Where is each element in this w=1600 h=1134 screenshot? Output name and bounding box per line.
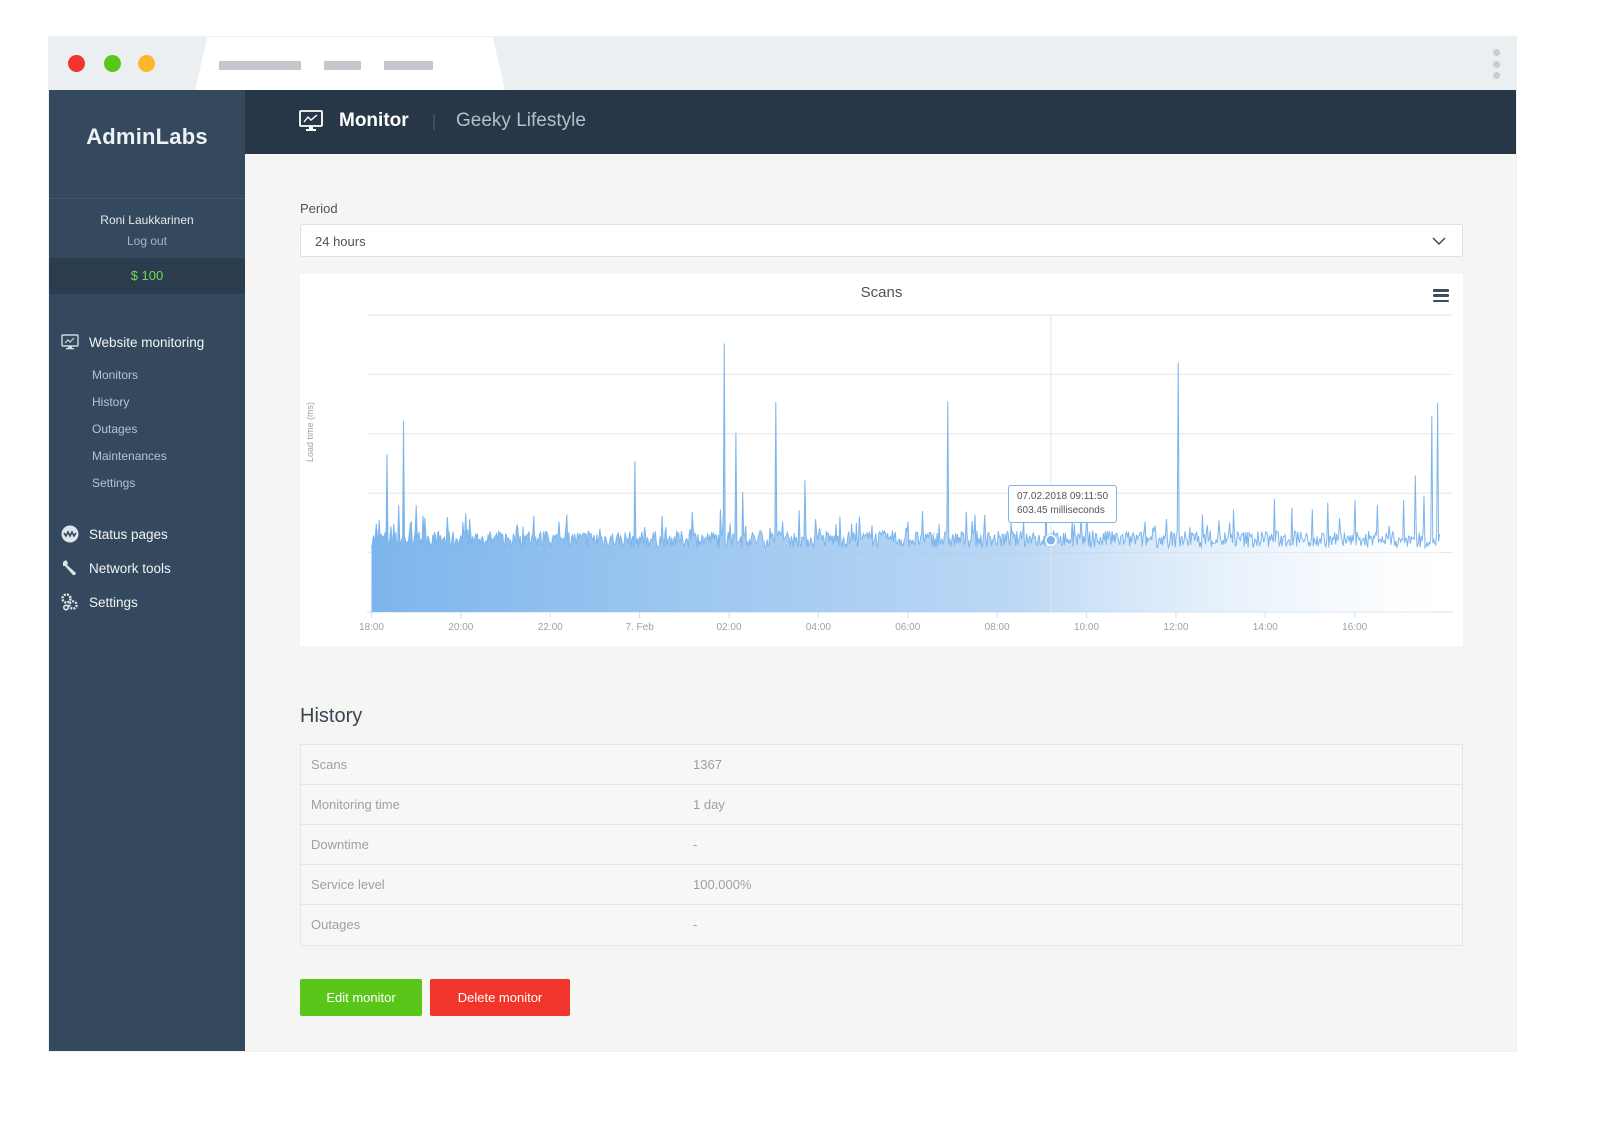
- x-tick-label: 10:00: [1074, 622, 1099, 633]
- table-row: Scans 1367: [301, 745, 1462, 785]
- row-value: 1367: [693, 757, 722, 772]
- monitor-chart-icon: [61, 333, 79, 351]
- chart-tooltip: 07.02.2018 09:11:50 603.45 milliseconds: [1008, 485, 1118, 523]
- tooltip-value: 603.45 milliseconds: [1017, 505, 1105, 516]
- y-axis-title: Load time (ms): [305, 401, 315, 462]
- title-separator: [433, 114, 435, 130]
- x-tick-label: 06:00: [895, 622, 920, 633]
- x-tick-label: 02:00: [716, 622, 741, 633]
- chevron-down-icon: [1432, 234, 1446, 248]
- tab-title-placeholder: [219, 61, 301, 70]
- x-tick-label: 08:00: [985, 622, 1010, 633]
- row-value: 1 day: [693, 797, 725, 812]
- row-value: -: [693, 917, 698, 932]
- sidebar-item-label: Settings: [89, 594, 138, 610]
- close-window-button[interactable]: [68, 55, 85, 72]
- main-content: Period 24 hours 18:00 20:00 22:00 7. Feb 02:…: [245, 154, 1516, 1051]
- row-value: -: [693, 837, 698, 852]
- minimize-window-button[interactable]: [104, 55, 121, 72]
- browser-window: AdminLabs Roni Laukkarinen Log out $ 100…: [49, 37, 1516, 1051]
- user-name: Roni Laukkarinen: [100, 213, 194, 227]
- period-label: Period: [300, 201, 338, 216]
- table-row: Outages -: [301, 905, 1462, 945]
- sidebar-divider: [49, 198, 245, 199]
- maximize-window-button[interactable]: [138, 55, 155, 72]
- sidebar-item-website-monitoring[interactable]: Website monitoring: [61, 333, 204, 351]
- sidebar-subitem-settings[interactable]: Settings: [92, 476, 135, 490]
- table-row: Monitoring time 1 day: [301, 785, 1462, 825]
- delete-monitor-button[interactable]: Delete monitor: [430, 979, 570, 1016]
- chart-menu-icon[interactable]: [1433, 289, 1449, 302]
- table-row: Downtime -: [301, 825, 1462, 865]
- x-tick-label: 7. Feb: [625, 622, 654, 633]
- sidebar-item-label: Status pages: [89, 526, 168, 542]
- scans-chart: 18:00 20:00 22:00 7. Feb 02:00 04:00 06:00 08:0…: [300, 274, 1463, 646]
- sidebar-item-network-tools[interactable]: Network tools: [61, 559, 171, 577]
- x-tick-label: 14:00: [1253, 622, 1278, 633]
- history-heading: History: [300, 705, 363, 727]
- period-select[interactable]: 24 hours: [300, 224, 1463, 257]
- x-tick-label: 12:00: [1163, 622, 1188, 633]
- sidebar-subitem-history[interactable]: History: [92, 395, 129, 409]
- sidebar: AdminLabs Roni Laukkarinen Log out $ 100…: [49, 90, 245, 1051]
- browser-tab[interactable]: [195, 37, 505, 90]
- sidebar-item-label: Website monitoring: [89, 334, 205, 350]
- x-tick-label: 20:00: [448, 622, 473, 633]
- x-tick-label: 18:00: [359, 622, 384, 633]
- browser-menu-icon[interactable]: [1492, 49, 1500, 79]
- tab-title-placeholder: [324, 61, 361, 70]
- x-tick-label: 22:00: [538, 622, 563, 633]
- row-key: Outages: [311, 917, 361, 932]
- page-header: Monitor Geeky Lifestyle: [245, 90, 1516, 154]
- hovered-point: [1045, 534, 1057, 547]
- sidebar-item-status-pages[interactable]: Status pages: [61, 525, 168, 543]
- monitor-chart-icon: [299, 110, 323, 132]
- chart-title: Scans: [860, 284, 903, 301]
- status-wave-icon: [61, 525, 79, 543]
- row-key: Scans: [311, 757, 348, 772]
- browser-titlebar: [49, 37, 1516, 90]
- history-table: Scans 1367 Monitoring time 1 day Downtim…: [300, 744, 1463, 946]
- sidebar-item-label: Network tools: [89, 560, 171, 576]
- row-key: Monitoring time: [311, 797, 400, 812]
- logo[interactable]: AdminLabs: [49, 124, 245, 150]
- edit-monitor-button[interactable]: Edit monitor: [300, 979, 422, 1016]
- x-tick-label: 04:00: [806, 622, 831, 633]
- sidebar-subitem-outages[interactable]: Outages: [92, 422, 137, 436]
- tooltip-timestamp: 07.02.2018 09:11:50: [1017, 491, 1109, 502]
- row-key: Downtime: [311, 837, 369, 852]
- table-row: Service level 100.000%: [301, 865, 1462, 905]
- balance-value: $ 100: [130, 268, 164, 283]
- gears-icon: [61, 593, 79, 611]
- series-area: [371, 343, 1440, 612]
- sidebar-subitem-maintenances[interactable]: Maintenances: [92, 449, 167, 463]
- row-value: 100.000%: [693, 877, 752, 892]
- page-title: Monitor: [339, 110, 409, 131]
- sidebar-item-settings[interactable]: Settings: [61, 593, 138, 611]
- balance-box: $ 100: [49, 258, 245, 294]
- wrench-icon: [61, 559, 79, 577]
- sidebar-subitem-monitors[interactable]: Monitors: [92, 368, 138, 382]
- monitor-name: Geeky Lifestyle: [456, 110, 586, 131]
- tab-title-placeholder: [384, 61, 433, 70]
- period-selected-value: 24 hours: [315, 234, 366, 249]
- x-tick-label: 16:00: [1342, 622, 1367, 633]
- row-key: Service level: [311, 877, 385, 892]
- logout-link[interactable]: Log out: [49, 234, 245, 248]
- chart-canvas: 18:00 20:00 22:00 7. Feb 02:00 04:00 06:00 08:0…: [359, 314, 1453, 633]
